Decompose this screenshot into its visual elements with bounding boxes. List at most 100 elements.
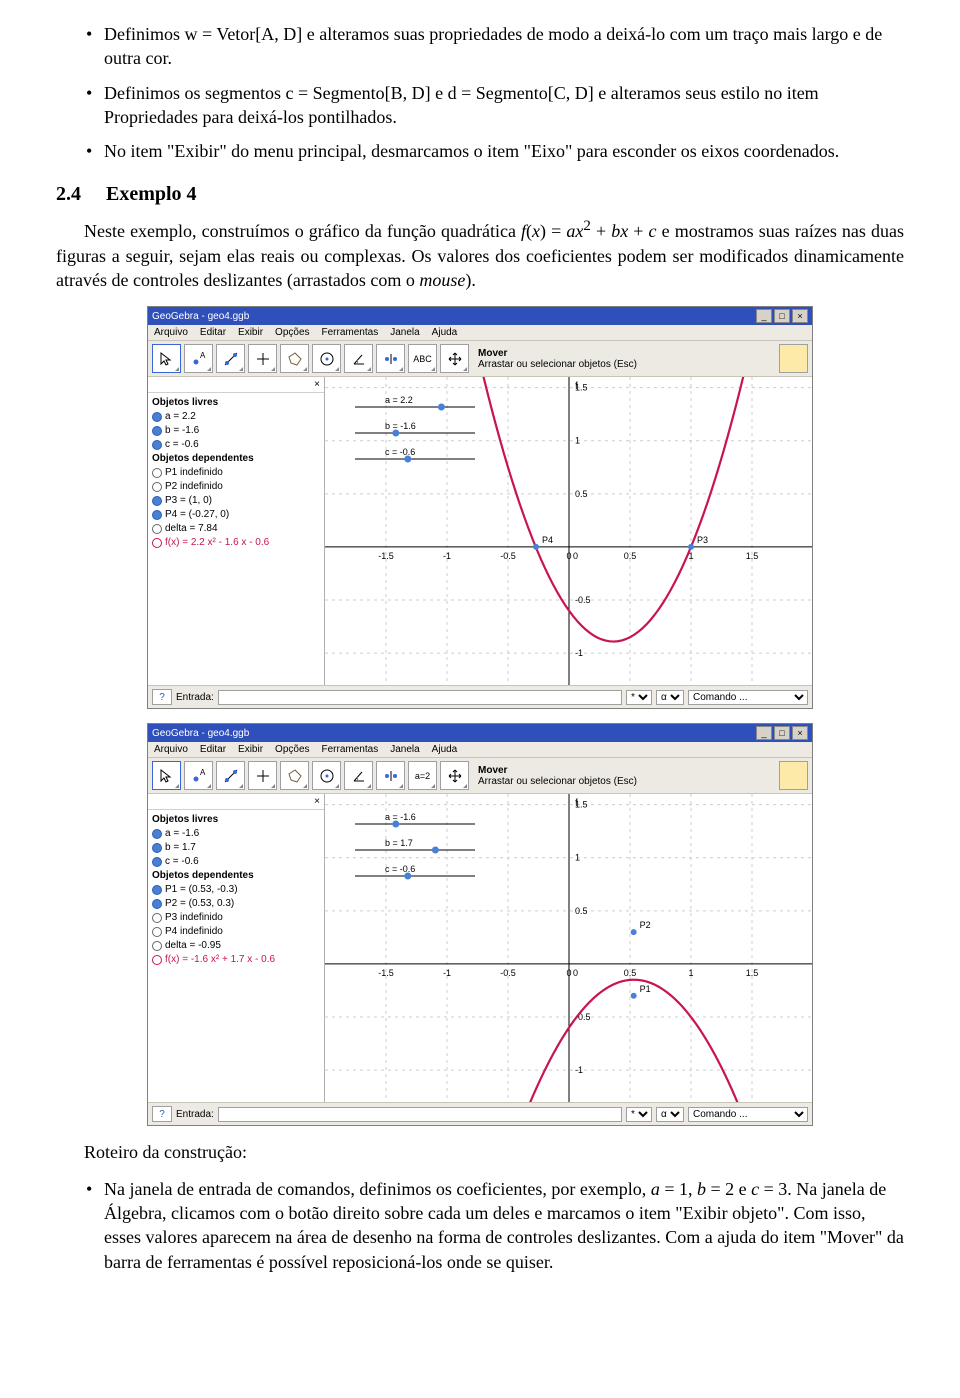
group-dep: Objetos dependentes <box>152 869 320 883</box>
menu-janela[interactable]: Janela <box>390 327 419 338</box>
svg-text:0.5: 0.5 <box>575 906 588 916</box>
tool-move-view[interactable] <box>440 344 469 373</box>
symbol-select[interactable]: * <box>626 1107 652 1122</box>
tool-description: MoverArrastar ou selecionar objetos (Esc… <box>478 348 637 370</box>
var-a[interactable]: a = 2.2 <box>152 410 320 424</box>
graphics-view[interactable]: -1.5-1-0.500.511.5-1-0.50.511.50fP1P2a =… <box>325 794 812 1102</box>
menu-ferramentas[interactable]: Ferramentas <box>322 327 379 338</box>
tool-circle[interactable] <box>312 761 341 790</box>
menu-janela[interactable]: Janela <box>390 744 419 755</box>
tool-polygon[interactable] <box>280 761 309 790</box>
minimize-icon[interactable]: _ <box>756 726 772 740</box>
tool-line[interactable] <box>216 761 245 790</box>
dep-p2[interactable]: P2 = (0.53, 0.3) <box>152 897 320 911</box>
command-select[interactable]: Comando ... <box>688 690 808 705</box>
section-title: Exemplo 4 <box>106 183 197 205</box>
tool-reflect[interactable] <box>376 761 405 790</box>
menu-opcoes[interactable]: Opções <box>275 744 309 755</box>
input-field[interactable] <box>218 690 622 705</box>
minimize-icon[interactable]: _ <box>756 309 772 323</box>
graphics-view[interactable]: -1.5-1-0.500.511.5-1-0.50.511.50fP3P4a =… <box>325 377 812 685</box>
tool-move-view[interactable] <box>440 761 469 790</box>
dep-p4[interactable]: P4 = (-0.27, 0) <box>152 508 320 522</box>
bullet-item: No item "Exibir" do menu principal, desm… <box>86 139 904 163</box>
dep-p1[interactable]: P1 = (0.53, -0.3) <box>152 883 320 897</box>
entrada-label: Entrada: <box>176 1109 214 1120</box>
panel-close-icon[interactable]: × <box>314 379 320 390</box>
dep-delta[interactable]: delta = 7.84 <box>152 522 320 536</box>
symbol-select[interactable]: * <box>626 690 652 705</box>
tool-slider[interactable]: a=2 <box>408 761 437 790</box>
svg-text:-1: -1 <box>443 968 451 978</box>
svg-text:f: f <box>575 798 578 809</box>
svg-text:0.5: 0.5 <box>575 489 588 499</box>
svg-text:1: 1 <box>575 436 580 446</box>
svg-text:b = -1.6: b = -1.6 <box>385 421 416 431</box>
dep-p3[interactable]: P3 = (1, 0) <box>152 494 320 508</box>
dep-fx[interactable]: f(x) = -1.6 x² + 1.7 x - 0.6 <box>152 953 320 967</box>
figure-1: GeoGebra - geo4.ggb _ □ × Arquivo Editar… <box>147 306 813 709</box>
var-b[interactable]: b = -1.6 <box>152 424 320 438</box>
help-icon[interactable]: ? <box>152 1106 172 1122</box>
help-icon[interactable]: ? <box>152 689 172 705</box>
menu-bar: Arquivo Editar Exibir Opções Ferramentas… <box>148 325 812 340</box>
bullet-list-bottom: Na janela de entrada de comandos, defini… <box>86 1177 904 1274</box>
close-icon[interactable]: × <box>792 726 808 740</box>
menu-ferramentas[interactable]: Ferramentas <box>322 744 379 755</box>
input-field[interactable] <box>218 1107 622 1122</box>
greek-select[interactable]: α <box>656 1107 684 1122</box>
chart-2: -1.5-1-0.500.511.5-1-0.50.511.50fP1P2a =… <box>325 794 812 1102</box>
tool-perp[interactable] <box>248 761 277 790</box>
var-c[interactable]: c = -0.6 <box>152 855 320 869</box>
menu-arquivo[interactable]: Arquivo <box>154 327 188 338</box>
tool-line[interactable] <box>216 344 245 373</box>
svg-text:-0.5: -0.5 <box>500 551 516 561</box>
menu-exibir[interactable]: Exibir <box>238 327 263 338</box>
greek-select[interactable]: α <box>656 690 684 705</box>
dep-p1[interactable]: P1 indefinido <box>152 466 320 480</box>
tool-point[interactable]: A <box>184 761 213 790</box>
group-dep: Objetos dependentes <box>152 452 320 466</box>
tool-reflect[interactable] <box>376 344 405 373</box>
tool-angle[interactable] <box>344 761 373 790</box>
toolbar: A ABC MoverArrastar ou selecionar objeto… <box>148 340 812 377</box>
menu-opcoes[interactable]: Opções <box>275 327 309 338</box>
menu-ajuda[interactable]: Ajuda <box>432 744 458 755</box>
close-icon[interactable]: × <box>792 309 808 323</box>
tool-perp[interactable] <box>248 344 277 373</box>
tool-move[interactable] <box>152 761 181 790</box>
tool-text[interactable]: ABC <box>408 344 437 373</box>
tool-move[interactable] <box>152 344 181 373</box>
tool-point[interactable]: A <box>184 344 213 373</box>
window-title: GeoGebra - geo4.ggb <box>152 311 754 322</box>
dep-p2[interactable]: P2 indefinido <box>152 480 320 494</box>
dep-fx[interactable]: f(x) = 2.2 x² - 1.6 x - 0.6 <box>152 536 320 550</box>
menu-editar[interactable]: Editar <box>200 744 226 755</box>
dep-p3[interactable]: P3 indefinido <box>152 911 320 925</box>
roteiro-heading: Roteiro da construção: <box>56 1140 904 1164</box>
var-c[interactable]: c = -0.6 <box>152 438 320 452</box>
svg-text:-1: -1 <box>443 551 451 561</box>
var-b[interactable]: b = 1.7 <box>152 841 320 855</box>
section-number: 2.4 <box>56 183 81 205</box>
command-select[interactable]: Comando ... <box>688 1107 808 1122</box>
menu-arquivo[interactable]: Arquivo <box>154 744 188 755</box>
input-bar: ? Entrada: * α Comando ... <box>148 685 812 708</box>
svg-text:b = 1.7: b = 1.7 <box>385 838 413 848</box>
tool-polygon[interactable] <box>280 344 309 373</box>
maximize-icon[interactable]: □ <box>774 726 790 740</box>
menu-ajuda[interactable]: Ajuda <box>432 327 458 338</box>
svg-text:P2: P2 <box>640 920 651 930</box>
menu-exibir[interactable]: Exibir <box>238 744 263 755</box>
window-title: GeoGebra - geo4.ggb <box>152 728 754 739</box>
dep-delta[interactable]: delta = -0.95 <box>152 939 320 953</box>
tool-extras[interactable] <box>779 344 808 373</box>
menu-editar[interactable]: Editar <box>200 327 226 338</box>
tool-circle[interactable] <box>312 344 341 373</box>
tool-angle[interactable] <box>344 344 373 373</box>
panel-close-icon[interactable]: × <box>314 796 320 807</box>
var-a[interactable]: a = -1.6 <box>152 827 320 841</box>
tool-extras[interactable] <box>779 761 808 790</box>
dep-p4[interactable]: P4 indefinido <box>152 925 320 939</box>
maximize-icon[interactable]: □ <box>774 309 790 323</box>
